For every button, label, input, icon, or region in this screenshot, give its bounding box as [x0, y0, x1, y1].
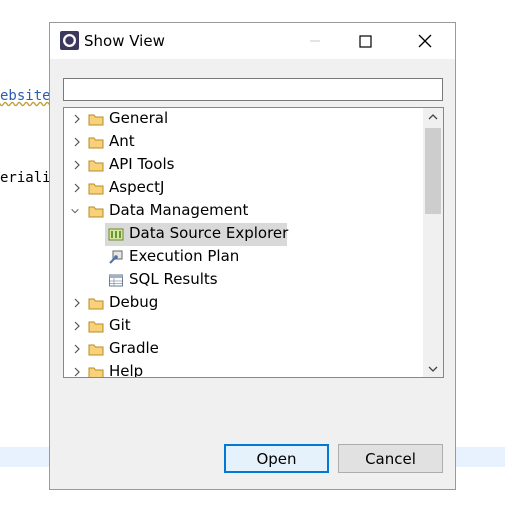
- tree-item-sql-results[interactable]: SQL Results: [64, 269, 423, 292]
- tree-item-execution-plan[interactable]: Execution Plan: [64, 246, 423, 269]
- folder-icon: [88, 114, 104, 126]
- chevron-down-icon[interactable]: [70, 205, 80, 217]
- chevron-right-icon[interactable]: [72, 320, 82, 332]
- tree-item-label: Git: [109, 316, 131, 334]
- chevron-right-icon[interactable]: [72, 182, 82, 194]
- tree-item-git[interactable]: Git: [64, 315, 423, 338]
- maximize-icon: [358, 34, 372, 48]
- chevron-right-icon[interactable]: [72, 159, 82, 171]
- tree-item-api-tools[interactable]: API Tools: [64, 154, 423, 177]
- folder-icon: [88, 321, 104, 333]
- tree-item-general[interactable]: General: [64, 108, 423, 131]
- minimize-button[interactable]: [292, 23, 338, 59]
- tree-item-aspectj[interactable]: AspectJ: [64, 177, 423, 200]
- folder-icon: [88, 206, 104, 218]
- chevron-right-icon[interactable]: [72, 136, 82, 148]
- tree-item-label: AspectJ: [109, 178, 165, 196]
- folder-icon: [88, 160, 104, 172]
- tree-item-gradle[interactable]: Gradle: [64, 338, 423, 361]
- chevron-right-icon[interactable]: [72, 366, 82, 378]
- tree-item-label: API Tools: [109, 155, 175, 173]
- show-view-dialog: Show View General Ant API Tools AspectJ …: [49, 22, 456, 490]
- folder-icon: [88, 137, 104, 149]
- sql-results-icon: [109, 274, 123, 287]
- folder-icon: [88, 298, 104, 310]
- tree-item-help[interactable]: Help: [64, 361, 423, 378]
- tree-item-data-source-explorer[interactable]: Data Source Explorer: [64, 223, 423, 246]
- close-icon: [418, 34, 432, 48]
- dialog-title: Show View: [84, 32, 165, 50]
- open-button[interactable]: Open: [224, 444, 329, 473]
- filter-input[interactable]: [63, 78, 443, 101]
- minimize-icon: [310, 40, 320, 42]
- data-source-explorer-icon: [108, 228, 124, 241]
- tree-item-ant[interactable]: Ant: [64, 131, 423, 154]
- tree-item-label: Debug: [109, 293, 159, 311]
- folder-icon: [88, 344, 104, 356]
- chevron-down-icon: [428, 366, 438, 372]
- tree-item-label: General: [109, 109, 169, 127]
- tree-item-label: SQL Results: [129, 270, 218, 288]
- chevron-right-icon[interactable]: [72, 343, 82, 355]
- chevron-right-icon[interactable]: [72, 113, 82, 125]
- tree-item-label: Data Management: [109, 201, 249, 219]
- tree-item-label: Ant: [109, 132, 135, 150]
- eclipse-app-icon: [60, 31, 79, 50]
- folder-icon: [88, 367, 104, 377]
- execution-plan-icon: [109, 250, 123, 264]
- background-website-link: ebsite: [0, 88, 51, 104]
- scroll-thumb[interactable]: [425, 128, 441, 214]
- tree-item-label: Gradle: [109, 339, 159, 357]
- chevron-right-icon[interactable]: [72, 297, 82, 309]
- background-code-text: eriali: [0, 170, 51, 186]
- maximize-button[interactable]: [342, 23, 388, 59]
- tree-item-label: Help: [109, 362, 144, 378]
- tree-item-label: Data Source Explorer: [129, 224, 289, 242]
- tree-item-label: Execution Plan: [129, 247, 240, 265]
- folder-icon: [88, 183, 104, 195]
- tree-item-data-management[interactable]: Data Management: [64, 200, 423, 223]
- scroll-down-button[interactable]: [423, 360, 443, 377]
- tree-item-debug[interactable]: Debug: [64, 292, 423, 315]
- close-button[interactable]: [402, 23, 448, 59]
- view-tree[interactable]: General Ant API Tools AspectJ Data Manag…: [63, 107, 444, 378]
- scroll-up-button[interactable]: [423, 108, 443, 125]
- vertical-scrollbar[interactable]: [423, 108, 443, 377]
- title-bar: Show View: [50, 23, 455, 59]
- cancel-button[interactable]: Cancel: [338, 444, 443, 473]
- chevron-up-icon: [428, 113, 438, 119]
